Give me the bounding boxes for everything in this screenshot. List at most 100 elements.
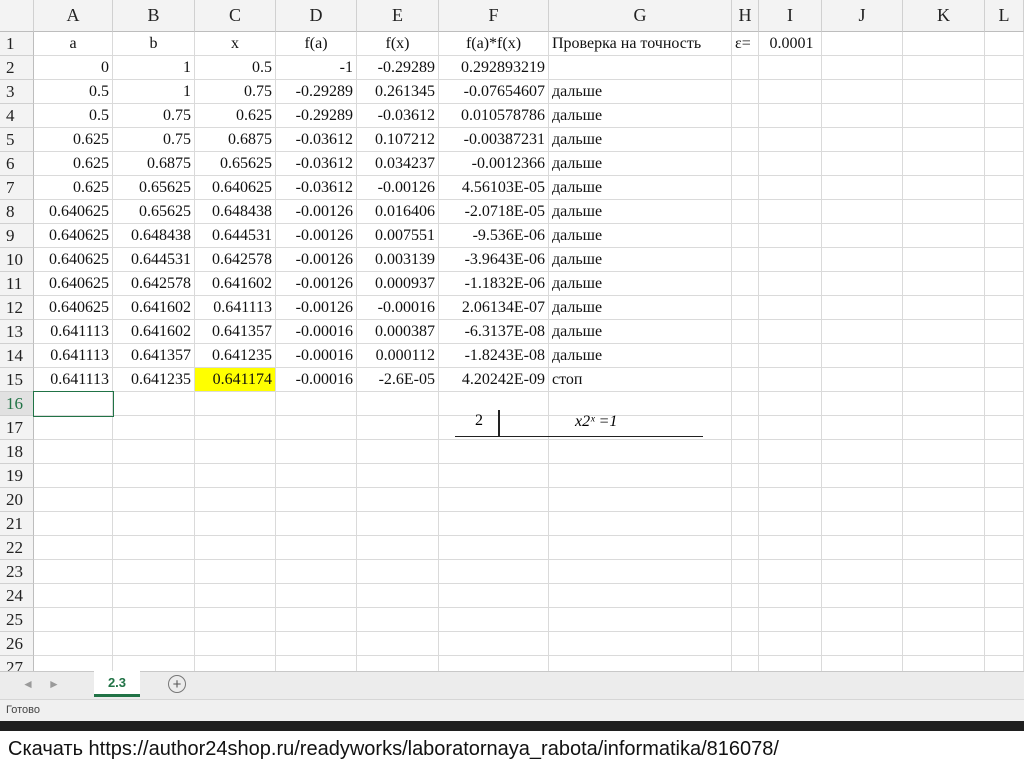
cell-g18[interactable] [549, 440, 732, 464]
cell-l11[interactable] [985, 272, 1024, 296]
cell-j27[interactable] [822, 656, 903, 671]
cell-i11[interactable] [759, 272, 822, 296]
column-header-c[interactable]: C [195, 0, 276, 32]
cell-d11[interactable]: -0.00126 [276, 272, 357, 296]
row-header-12[interactable]: 12 [0, 296, 34, 320]
cell-f3[interactable]: -0.07654607 [439, 80, 549, 104]
cell-d9[interactable]: -0.00126 [276, 224, 357, 248]
cell-b27[interactable] [113, 656, 195, 671]
cell-g7[interactable]: дальше [549, 176, 732, 200]
cell-i17[interactable] [759, 416, 822, 440]
cell-j14[interactable] [822, 344, 903, 368]
cell-g14[interactable]: дальше [549, 344, 732, 368]
cell-a2[interactable]: 0 [34, 56, 113, 80]
cell-e22[interactable] [357, 536, 439, 560]
cell-l19[interactable] [985, 464, 1024, 488]
cell-h14[interactable] [732, 344, 759, 368]
cell-e20[interactable] [357, 488, 439, 512]
cell-k24[interactable] [903, 584, 985, 608]
cell-j20[interactable] [822, 488, 903, 512]
cell-k13[interactable] [903, 320, 985, 344]
cell-c10[interactable]: 0.642578 [195, 248, 276, 272]
cell-b2[interactable]: 1 [113, 56, 195, 80]
cell-h26[interactable] [732, 632, 759, 656]
cell-l9[interactable] [985, 224, 1024, 248]
cell-e24[interactable] [357, 584, 439, 608]
cell-j24[interactable] [822, 584, 903, 608]
row-header-1[interactable]: 1 [0, 32, 34, 56]
cell-i13[interactable] [759, 320, 822, 344]
cell-c6[interactable]: 0.65625 [195, 152, 276, 176]
cell-h4[interactable] [732, 104, 759, 128]
cell-b23[interactable] [113, 560, 195, 584]
row-header-17[interactable]: 17 [0, 416, 34, 440]
cell-g1[interactable]: Проверка на точность [549, 32, 732, 56]
cell-j22[interactable] [822, 536, 903, 560]
cell-b8[interactable]: 0.65625 [113, 200, 195, 224]
cell-i15[interactable] [759, 368, 822, 392]
cell-a23[interactable] [34, 560, 113, 584]
cell-a20[interactable] [34, 488, 113, 512]
cell-j5[interactable] [822, 128, 903, 152]
cell-a13[interactable]: 0.641113 [34, 320, 113, 344]
cell-c15[interactable]: 0.641174 [195, 368, 276, 392]
cell-c20[interactable] [195, 488, 276, 512]
column-header-h[interactable]: H [732, 0, 759, 32]
cell-k18[interactable] [903, 440, 985, 464]
cell-a4[interactable]: 0.5 [34, 104, 113, 128]
cell-c14[interactable]: 0.641235 [195, 344, 276, 368]
cell-f13[interactable]: -6.3137E-08 [439, 320, 549, 344]
cell-k21[interactable] [903, 512, 985, 536]
row-header-7[interactable]: 7 [0, 176, 34, 200]
cell-f4[interactable]: 0.010578786 [439, 104, 549, 128]
cell-l15[interactable] [985, 368, 1024, 392]
cell-g2[interactable] [549, 56, 732, 80]
row-header-2[interactable]: 2 [0, 56, 34, 80]
cell-g11[interactable]: дальше [549, 272, 732, 296]
cell-k14[interactable] [903, 344, 985, 368]
cell-b19[interactable] [113, 464, 195, 488]
cell-a14[interactable]: 0.641113 [34, 344, 113, 368]
cell-c17[interactable] [195, 416, 276, 440]
cell-e18[interactable] [357, 440, 439, 464]
cell-i19[interactable] [759, 464, 822, 488]
cell-d1[interactable]: f(a) [276, 32, 357, 56]
cell-h6[interactable] [732, 152, 759, 176]
cell-k7[interactable] [903, 176, 985, 200]
column-header-i[interactable]: I [759, 0, 822, 32]
cell-h11[interactable] [732, 272, 759, 296]
cell-e2[interactable]: -0.29289 [357, 56, 439, 80]
cell-c1[interactable]: x [195, 32, 276, 56]
cell-d2[interactable]: -1 [276, 56, 357, 80]
cell-i7[interactable] [759, 176, 822, 200]
cell-a21[interactable] [34, 512, 113, 536]
cell-l12[interactable] [985, 296, 1024, 320]
cell-f6[interactable]: -0.0012366 [439, 152, 549, 176]
cell-g27[interactable] [549, 656, 732, 671]
cell-b14[interactable]: 0.641357 [113, 344, 195, 368]
cell-l21[interactable] [985, 512, 1024, 536]
cell-f23[interactable] [439, 560, 549, 584]
cell-b12[interactable]: 0.641602 [113, 296, 195, 320]
cell-g22[interactable] [549, 536, 732, 560]
column-header-g[interactable]: G [549, 0, 732, 32]
cell-d25[interactable] [276, 608, 357, 632]
row-header-14[interactable]: 14 [0, 344, 34, 368]
cell-d10[interactable]: -0.00126 [276, 248, 357, 272]
cell-j7[interactable] [822, 176, 903, 200]
cell-c23[interactable] [195, 560, 276, 584]
cell-h9[interactable] [732, 224, 759, 248]
cell-b25[interactable] [113, 608, 195, 632]
cell-e8[interactable]: 0.016406 [357, 200, 439, 224]
cell-k10[interactable] [903, 248, 985, 272]
cell-g23[interactable] [549, 560, 732, 584]
cell-d5[interactable]: -0.03612 [276, 128, 357, 152]
cell-l27[interactable] [985, 656, 1024, 671]
cell-g3[interactable]: дальше [549, 80, 732, 104]
cell-b7[interactable]: 0.65625 [113, 176, 195, 200]
cell-b17[interactable] [113, 416, 195, 440]
cell-d6[interactable]: -0.03612 [276, 152, 357, 176]
cell-k5[interactable] [903, 128, 985, 152]
cell-f5[interactable]: -0.00387231 [439, 128, 549, 152]
cell-l23[interactable] [985, 560, 1024, 584]
